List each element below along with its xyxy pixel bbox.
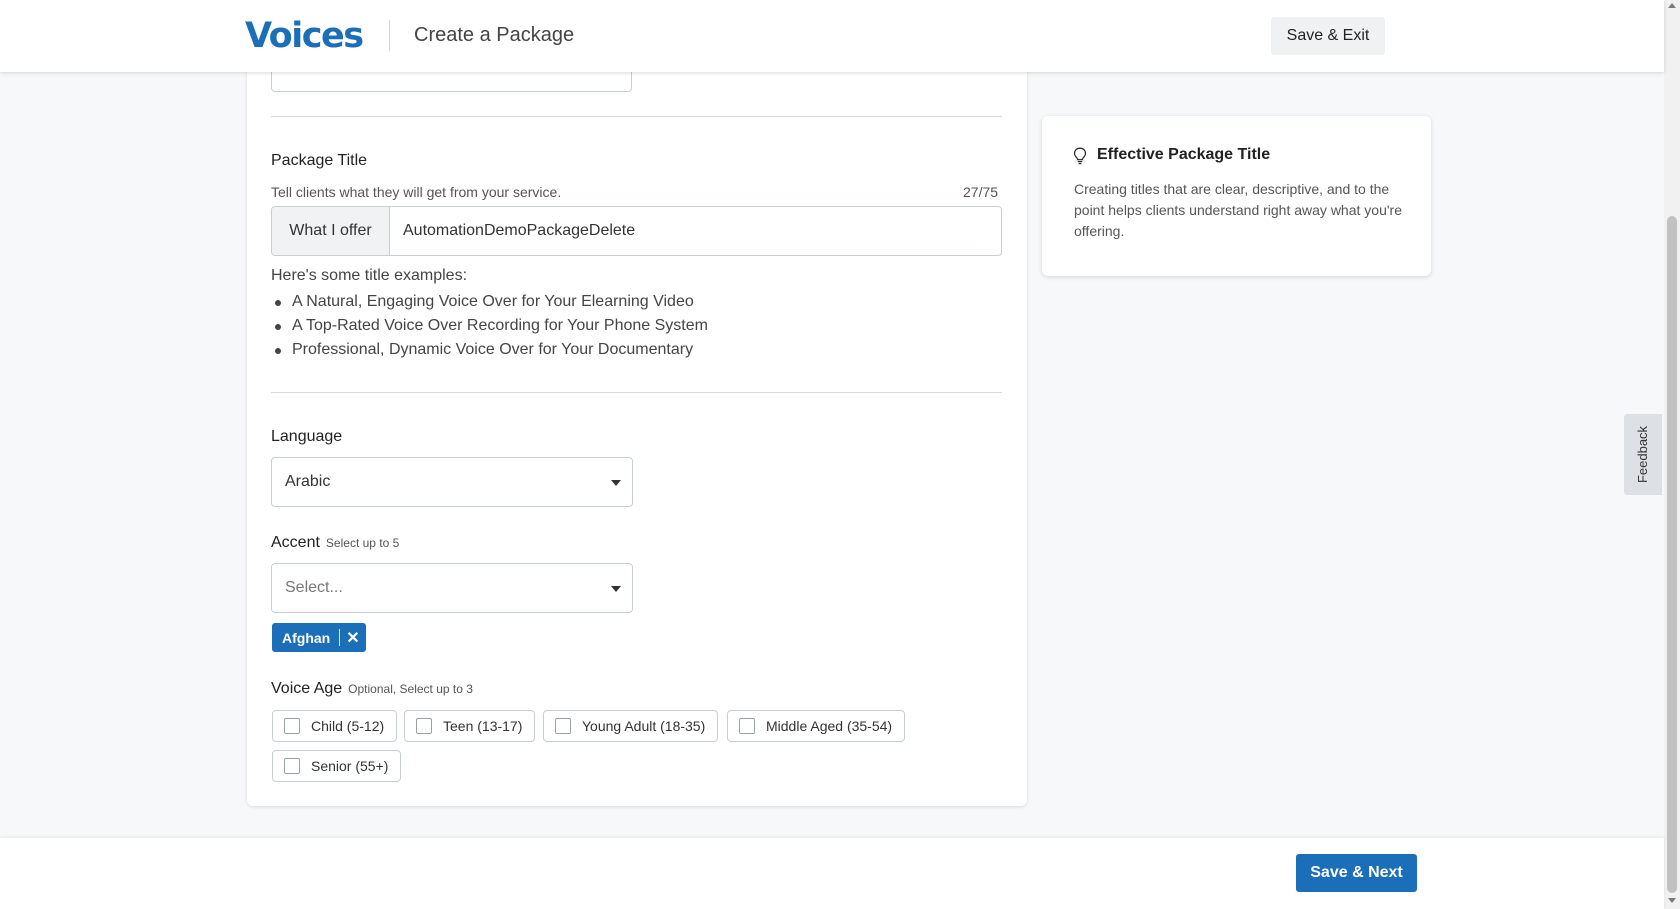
title-examples-heading: Here's some title examples: <box>271 267 468 284</box>
language-select[interactable]: Arabic <box>271 457 633 507</box>
voice-age-sublabel: Optional, Select up to 3 <box>348 682 473 696</box>
scroll-down-arrow-icon[interactable] <box>1668 898 1676 903</box>
checkbox-icon <box>739 718 755 734</box>
section-divider <box>271 116 1002 117</box>
accent-select-placeholder: Select... <box>285 579 343 596</box>
page-title: Create a Package <box>414 24 575 46</box>
scroll-up-arrow-icon[interactable] <box>1668 3 1676 8</box>
voice-age-young-adult-checkbox[interactable]: Young Adult (18-35) <box>543 710 719 742</box>
accent-tag-afghan: Afghan ✕ <box>272 623 366 652</box>
header-divider <box>389 20 390 51</box>
save-next-button[interactable]: Save & Next <box>1296 854 1417 892</box>
voice-age-option-label: Middle Aged (35-54) <box>766 718 893 734</box>
title-example-item: A Top-Rated Voice Over Recording for You… <box>271 314 708 338</box>
tag-separator <box>339 629 341 646</box>
title-example-item: A Natural, Engaging Voice Over for Your … <box>271 290 708 314</box>
accent-select[interactable]: Select... <box>271 563 633 613</box>
save-exit-button[interactable]: Save & Exit <box>1271 17 1385 55</box>
package-title-label: Package Title <box>271 152 368 169</box>
accent-label: Accent Select up to 5 <box>271 534 399 552</box>
section-divider <box>271 392 1002 393</box>
package-title-prefix: What I offer <box>272 207 390 255</box>
language-select-value: Arabic <box>285 473 331 490</box>
accent-sublabel: Select up to 5 <box>325 536 400 550</box>
feedback-label: Feedback <box>1635 425 1651 484</box>
scrollbar-thumb[interactable] <box>1667 216 1677 893</box>
voice-age-senior-checkbox[interactable]: Senior (55+) <box>272 750 402 782</box>
checkbox-icon <box>555 718 571 734</box>
tip-body: Creating titles that are clear, descript… <box>1074 181 1402 239</box>
chevron-down-icon <box>611 480 621 486</box>
accent-label-text: Accent <box>271 534 320 551</box>
voice-age-option-label: Teen (13-17) <box>443 718 523 734</box>
package-title-input[interactable] <box>390 207 1001 255</box>
voice-age-option-label: Young Adult (18-35) <box>582 718 706 734</box>
voice-age-teen-checkbox[interactable]: Teen (13-17) <box>404 710 536 742</box>
voice-age-middle-aged-checkbox[interactable]: Middle Aged (35-54) <box>727 710 906 742</box>
voice-age-child-checkbox[interactable]: Child (5-12) <box>272 710 398 742</box>
top-bar: Voices Create a Package Save & Exit <box>0 0 1664 72</box>
title-example-item: Professional, Dynamic Voice Over for You… <box>271 338 708 362</box>
package-title-field: What I offer <box>271 206 1002 256</box>
feedback-tab[interactable]: Feedback <box>1624 414 1662 495</box>
title-examples-list: A Natural, Engaging Voice Over for Your … <box>271 290 708 362</box>
lightbulb-icon <box>1073 147 1087 165</box>
tip-title: Effective Package Title <box>1097 146 1271 163</box>
voice-age-option-label: Child (5-12) <box>311 718 385 734</box>
voice-age-label: Voice Age Optional, Select up to 3 <box>271 680 473 698</box>
voices-logo[interactable]: Voices <box>245 16 364 56</box>
checkbox-icon <box>284 758 300 774</box>
package-title-hint: Tell clients what they will get from you… <box>271 184 562 200</box>
language-label: Language <box>271 428 343 445</box>
checkbox-icon <box>416 718 432 734</box>
accent-tag-label: Afghan <box>282 629 331 646</box>
voice-age-option-label: Senior (55+) <box>311 758 389 774</box>
chevron-down-icon <box>611 586 621 592</box>
close-icon[interactable]: ✕ <box>340 628 365 648</box>
checkbox-icon <box>284 718 300 734</box>
tip-card: Effective Package Title Creating titles … <box>1042 116 1431 276</box>
voice-age-label-text: Voice Age <box>271 680 343 697</box>
package-title-counter: 27/75 <box>963 184 999 200</box>
